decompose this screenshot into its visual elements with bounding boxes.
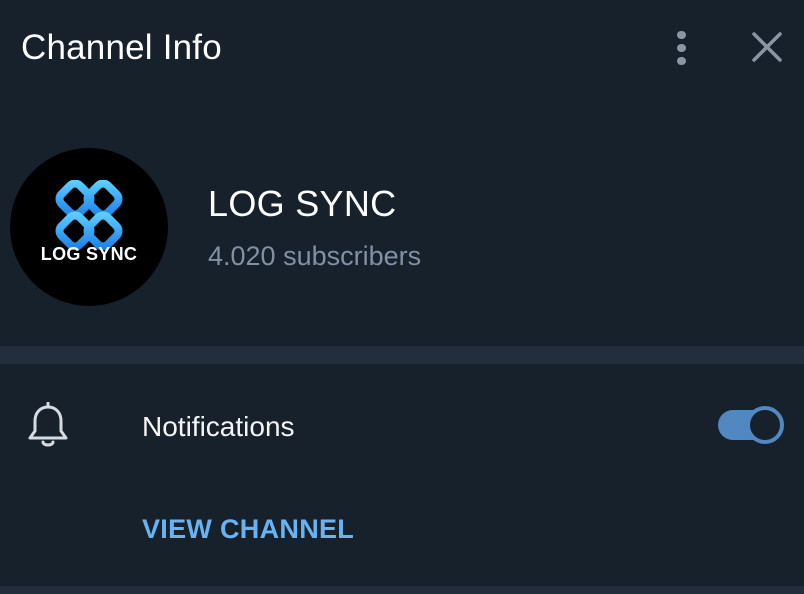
toggle-knob	[746, 406, 784, 444]
header: Channel Info	[0, 0, 804, 100]
notifications-row[interactable]: Notifications	[0, 364, 804, 488]
section-divider	[0, 346, 804, 364]
log-sync-logo-icon	[55, 180, 123, 250]
close-button[interactable]	[748, 28, 786, 66]
menu-dot	[676, 30, 686, 39]
channel-profile: LOG SYNC LOG SYNC 4.020 subscribers	[0, 100, 804, 346]
subscriber-count: 4.020 subscribers	[208, 241, 422, 271]
menu-dot	[676, 43, 686, 53]
channel-name: LOG SYNC	[208, 183, 397, 224]
avatar-label: LOG SYNC	[40, 244, 138, 264]
close-icon	[752, 32, 782, 62]
more-vertical-icon[interactable]	[664, 28, 698, 68]
page-title: Channel Info	[21, 28, 222, 67]
notifications-toggle[interactable]	[718, 406, 784, 444]
bottom-divider	[0, 586, 804, 594]
menu-dot	[676, 57, 686, 66]
notifications-label: Notifications	[142, 411, 295, 442]
view-channel-button[interactable]: VIEW CHANNEL	[142, 512, 354, 546]
avatar[interactable]: LOG SYNC	[10, 148, 168, 306]
bell-icon	[28, 402, 68, 447]
